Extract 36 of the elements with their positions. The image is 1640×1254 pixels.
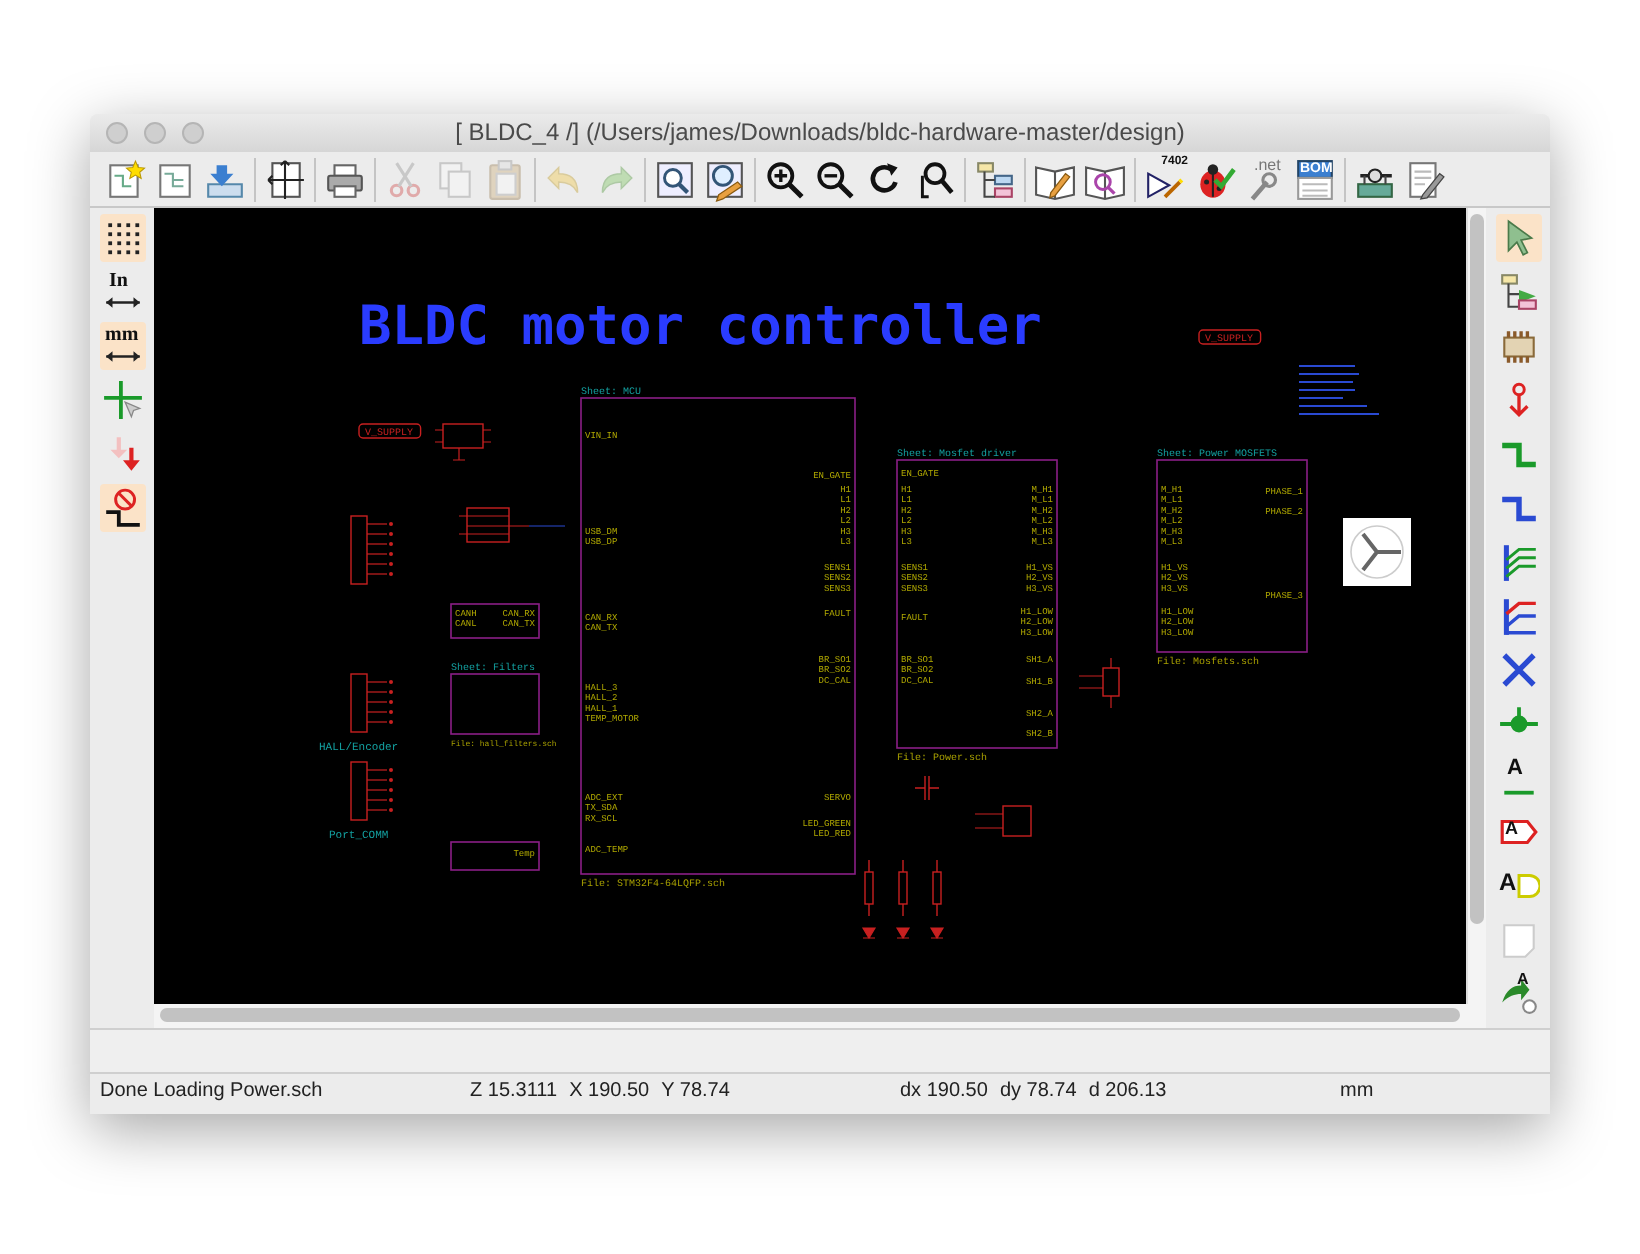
resistor-symbol xyxy=(932,859,942,917)
tree-arrow-icon[interactable] xyxy=(1495,268,1541,316)
sheet-symbol xyxy=(450,603,540,639)
status-text: Y 78.74 xyxy=(661,1078,730,1106)
status-text: X 190.50 xyxy=(569,1078,650,1106)
esd-chip-symbol xyxy=(458,507,566,543)
crosshair-pointer-icon[interactable] xyxy=(99,376,145,424)
sheet-symbol xyxy=(450,673,540,735)
switch-symbol xyxy=(1078,657,1120,709)
sheet-symbol xyxy=(450,841,540,871)
motor-symbol-drawing xyxy=(1343,518,1411,586)
transistor-symbol xyxy=(974,805,1032,837)
connector-symbol xyxy=(350,673,393,733)
note-text-drawing xyxy=(1297,364,1381,416)
resistor-symbol xyxy=(898,859,908,917)
page-rulers-icon[interactable] xyxy=(262,155,308,203)
status-text: dy 78.74 xyxy=(999,1078,1077,1106)
status-text: dx 190.50 xyxy=(900,1078,988,1106)
connector-symbol xyxy=(350,761,393,821)
status-text: Z 15.3111 xyxy=(470,1078,558,1106)
led-symbol xyxy=(862,927,877,939)
led-symbol xyxy=(896,927,911,939)
window-title: [ BLDC_4 /] (/Users/james/Downloads/bldc-hardware-master/design) xyxy=(455,116,1185,150)
status-text: Done Loading Power.sch xyxy=(100,1078,323,1106)
led-symbol xyxy=(930,927,945,939)
horizontal-scrollbar[interactable] xyxy=(154,1004,1486,1028)
dot-grid-icon[interactable] xyxy=(99,214,145,262)
capacitor-symbol xyxy=(914,775,940,801)
vertical-scrollbar[interactable] xyxy=(1466,208,1486,1004)
schematic-title: BLDC motor controller xyxy=(359,296,1042,358)
status-text: mm xyxy=(1340,1078,1374,1106)
status-text: d 206.13 xyxy=(1088,1078,1167,1106)
regulator-symbol xyxy=(434,423,492,461)
connector-symbol xyxy=(350,515,393,585)
resistor-symbol xyxy=(864,859,874,917)
arrow-pointer-icon[interactable] xyxy=(1495,214,1541,262)
